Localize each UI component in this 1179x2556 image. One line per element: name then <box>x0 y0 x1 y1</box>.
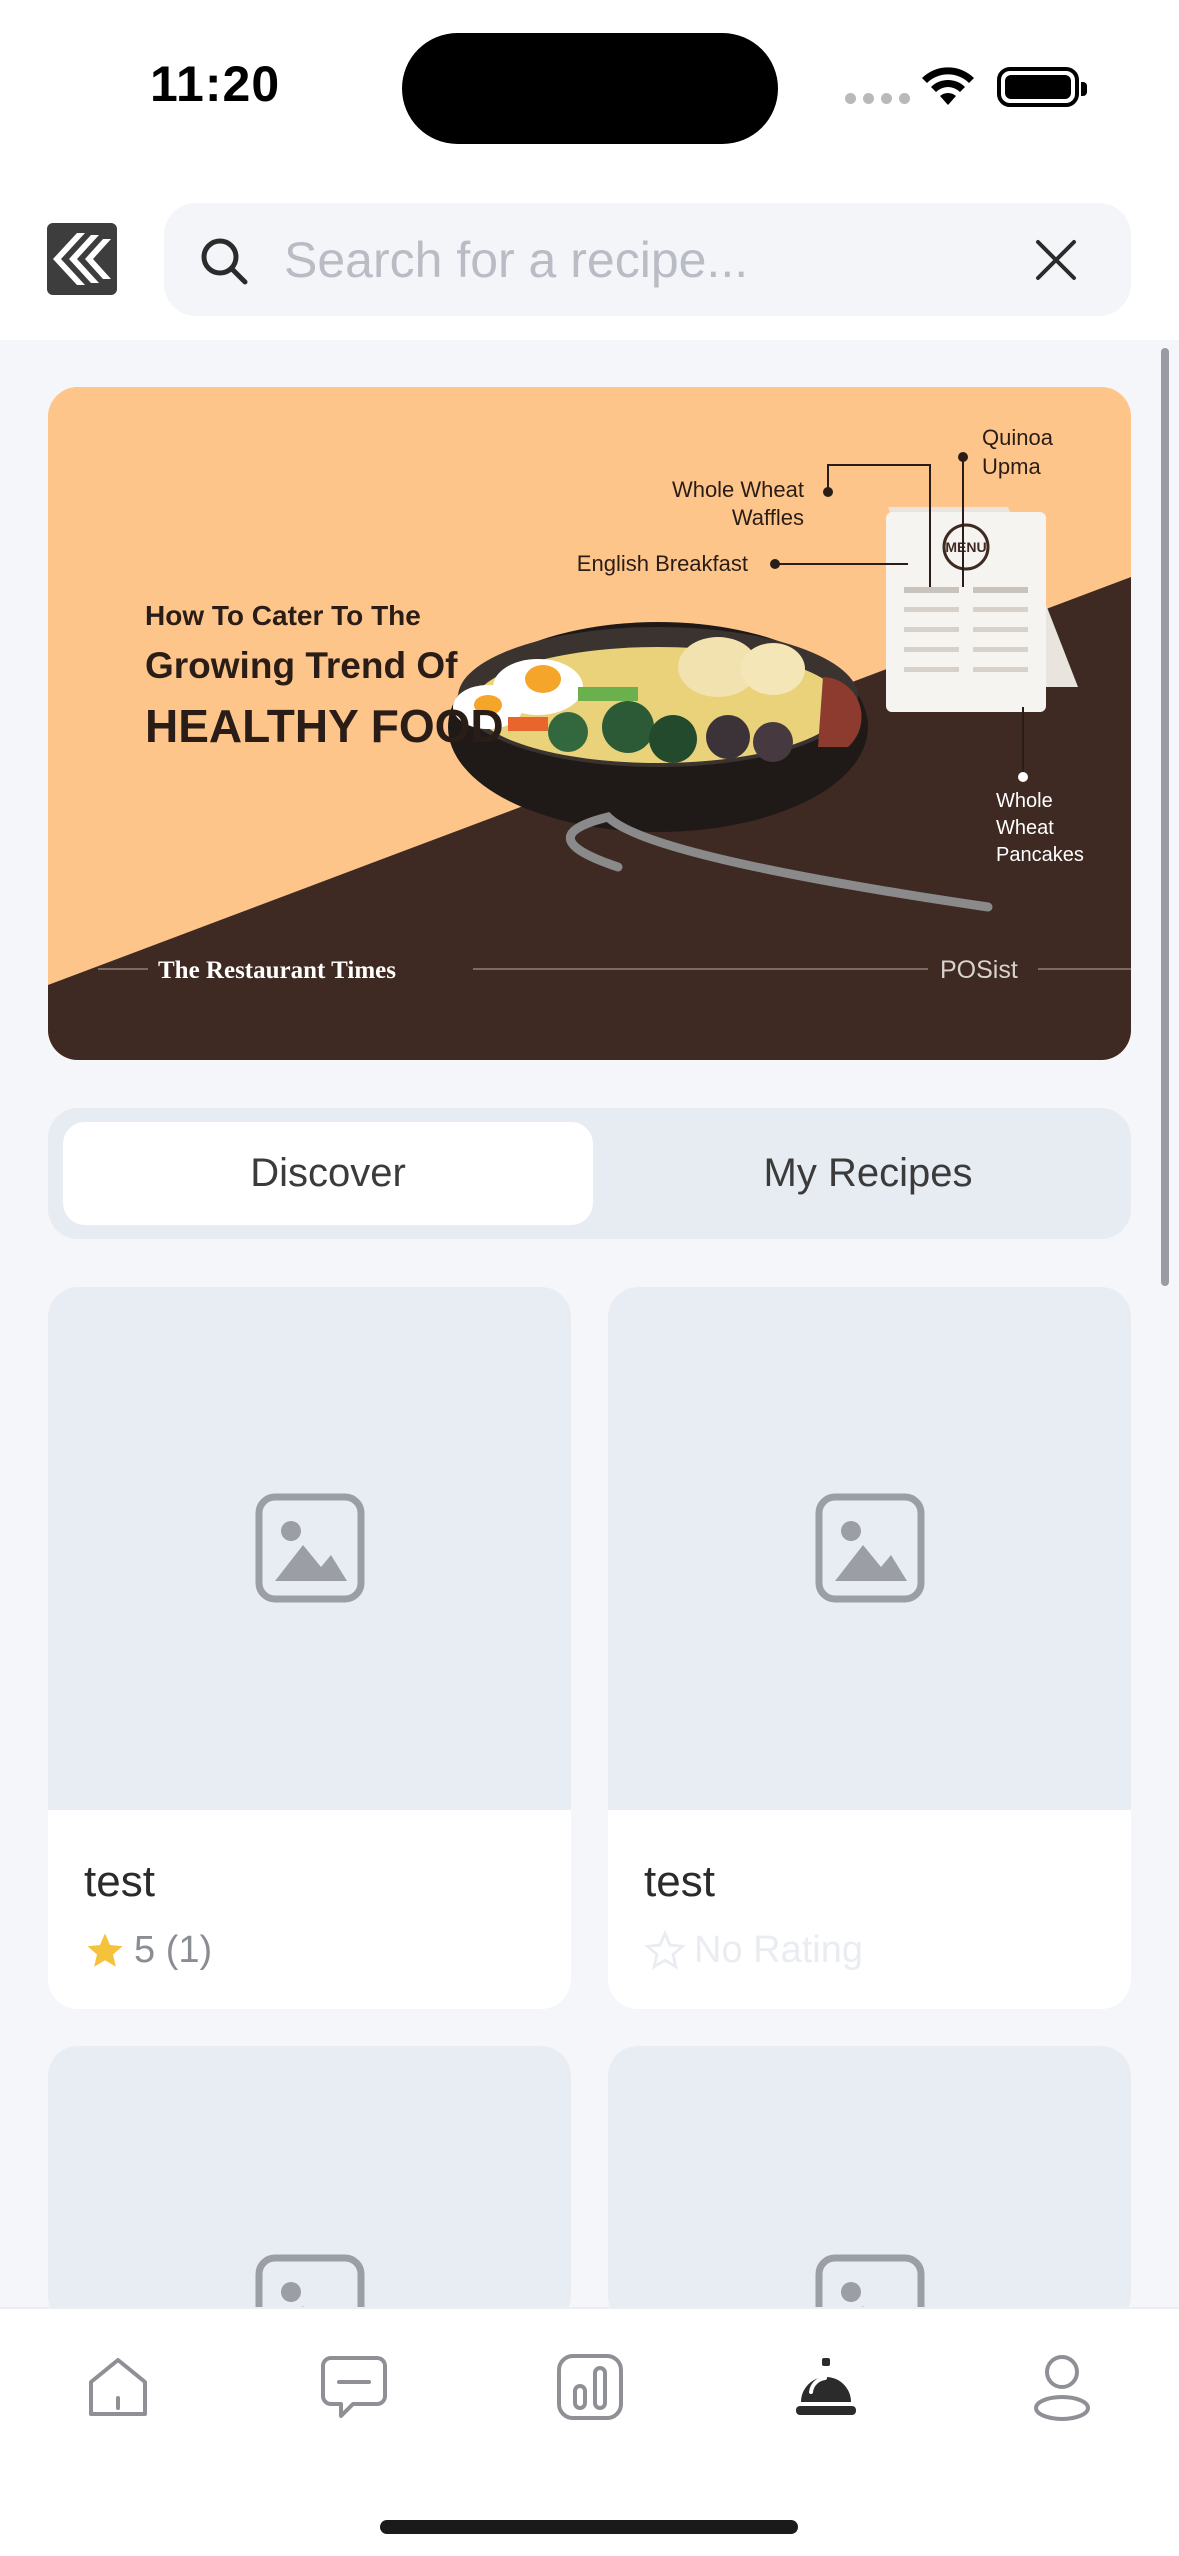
callout-upma: Upma <box>982 454 1041 479</box>
tab-discover[interactable]: Discover <box>63 1122 593 1225</box>
service-bell-icon <box>796 2358 856 2415</box>
status-bar: 11:20 <box>0 0 1179 170</box>
search-input[interactable] <box>284 203 984 316</box>
nav-analytics[interactable] <box>550 2347 630 2427</box>
recipe-card[interactable] <box>48 2046 571 2326</box>
scrollbar[interactable] <box>1161 348 1169 1286</box>
rating-text: 5 (1) <box>134 1929 213 1971</box>
recipe-card[interactable] <box>608 2046 1131 2326</box>
callout-pancakes-1: Whole <box>996 790 1053 812</box>
banner-headline-3: HEALTHY FOOD <box>145 700 504 752</box>
callout-english-breakfast: English Breakfast <box>577 551 748 576</box>
recipe-image-placeholder <box>608 2046 1131 2326</box>
app-logo-icon[interactable] <box>47 223 117 295</box>
cellular-signal-icon <box>845 93 910 104</box>
recipe-card[interactable]: test 5 (1) <box>48 1287 571 2009</box>
segmented-tabs: Discover My Recipes <box>48 1108 1131 1239</box>
nav-profile[interactable] <box>1022 2347 1102 2427</box>
dynamic-island <box>402 33 778 144</box>
callout-waffles-2: Waffles <box>732 505 804 530</box>
battery-icon <box>997 67 1087 107</box>
home-indicator[interactable] <box>380 2520 798 2534</box>
tab-my-recipes[interactable]: My Recipes <box>603 1122 1133 1225</box>
callout-pancakes-2: Wheat <box>996 817 1054 839</box>
menu-sign-text: MENU <box>945 539 986 555</box>
chat-icon <box>321 2356 387 2418</box>
banner-brand: POSist <box>940 956 1018 984</box>
banner-headline-2: Growing Trend Of <box>145 645 458 686</box>
profile-icon <box>1034 2355 1090 2421</box>
promo-banner[interactable]: MENU How To Cater To The Growing Trend O… <box>48 387 1131 1060</box>
nav-home[interactable] <box>78 2347 158 2427</box>
header <box>0 170 1179 340</box>
status-time: 11:20 <box>150 56 281 112</box>
recipe-image-placeholder <box>48 1287 571 1810</box>
star-filled-icon <box>87 1933 123 1967</box>
rating-text: No Rating <box>694 1929 863 1971</box>
recipe-title: test <box>644 1857 715 1906</box>
recipe-card[interactable]: test No Rating <box>608 1287 1131 2009</box>
callout-waffles-1: Whole Wheat <box>672 477 804 502</box>
recipe-rating: No Rating <box>644 1929 863 1972</box>
nav-recipes[interactable] <box>786 2347 866 2427</box>
image-placeholder-icon <box>255 1493 365 1603</box>
wifi-icon <box>922 67 974 105</box>
callout-pancakes-3: Pancakes <box>996 844 1084 866</box>
home-icon <box>89 2358 147 2416</box>
recipe-image-placeholder <box>608 1287 1131 1810</box>
recipe-image-placeholder <box>48 2046 571 2326</box>
banner-publisher: The Restaurant Times <box>158 957 396 984</box>
recipe-rating: 5 (1) <box>84 1929 212 1972</box>
search-bar[interactable] <box>164 203 1131 316</box>
nav-chat[interactable] <box>314 2347 394 2427</box>
image-placeholder-icon <box>815 1493 925 1603</box>
bottom-nav <box>0 2307 1179 2556</box>
callout-quinoa: Quinoa <box>982 425 1054 450</box>
banner-headline-1: How To Cater To The <box>145 600 421 631</box>
banner-artwork: MENU How To Cater To The Growing Trend O… <box>48 387 1131 1060</box>
recipe-title: test <box>84 1857 155 1906</box>
clear-icon[interactable] <box>1034 238 1078 282</box>
star-outline-icon <box>644 1929 686 1970</box>
search-icon <box>201 238 248 285</box>
chart-icon <box>557 2354 623 2420</box>
